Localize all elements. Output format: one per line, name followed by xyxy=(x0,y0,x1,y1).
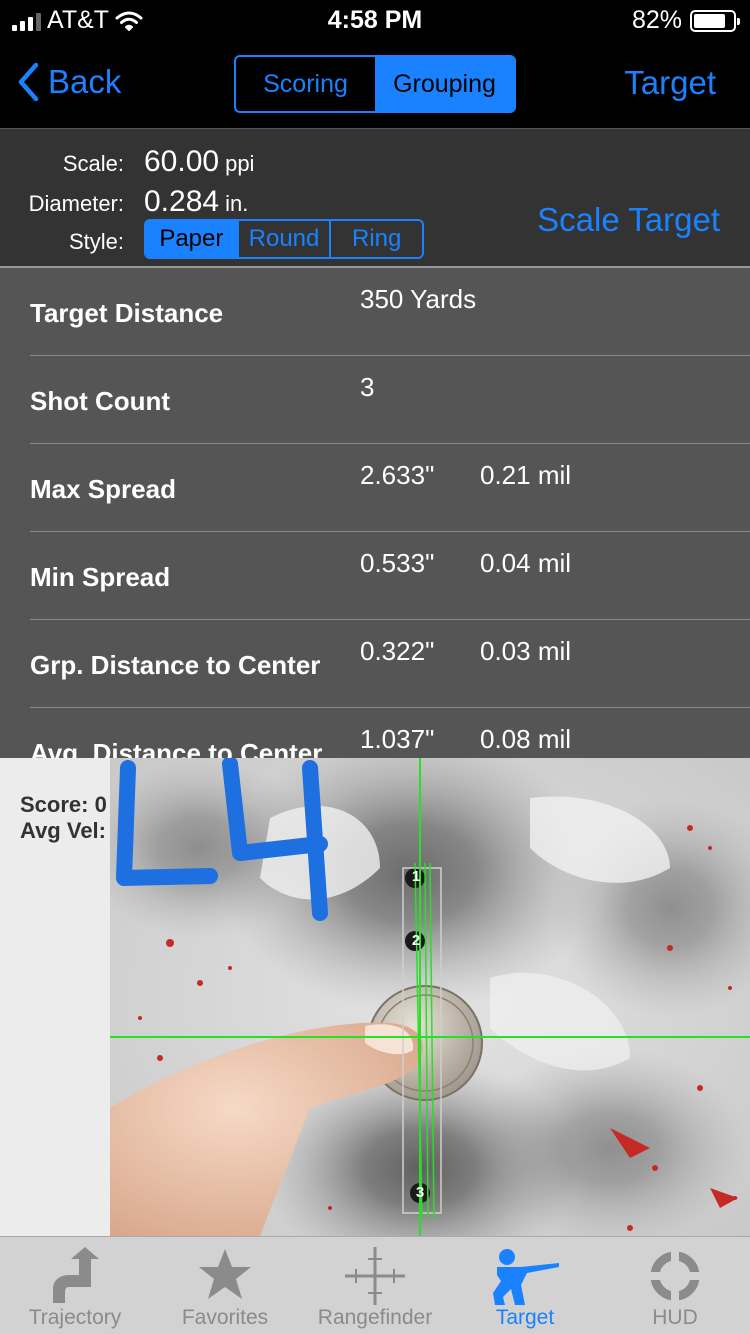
scale-panel: Scale: 60.00 ppi Diameter: 0.284 in. Sty… xyxy=(0,128,750,266)
target-photo[interactable]: 1 2 3 xyxy=(110,758,750,1236)
navigation-bar: Back Scoring Grouping Target xyxy=(0,40,750,128)
tab-bar: Trajectory Favorites Rangefinder Target xyxy=(0,1236,750,1334)
tab-target[interactable]: Target xyxy=(450,1237,600,1334)
avg-vel-label: Avg Vel: xyxy=(20,818,106,843)
stat-name: Target Distance xyxy=(30,298,224,328)
stat-value: 1.037" xyxy=(360,724,435,754)
stat-value: 350 Yards xyxy=(360,284,477,314)
diameter-value[interactable]: 0.284 xyxy=(144,185,219,219)
style-ring[interactable]: Ring xyxy=(331,221,422,257)
diameter-unit: in. xyxy=(225,191,249,216)
stat-name: Max Spread xyxy=(30,474,176,504)
mode-segmented-control: Scoring Grouping xyxy=(234,55,516,113)
battery-percent: 82% xyxy=(631,6,682,34)
style-label: Style: xyxy=(68,229,124,254)
stat-name: Grp. Distance to Center xyxy=(30,650,321,680)
tab-label: HUD xyxy=(652,1306,698,1329)
stat-value-mil: 0.03 mil xyxy=(480,636,572,666)
list-item: Avg. Distance to Center 1.037" 0.08 mil xyxy=(30,708,750,758)
stat-value: 2.633" xyxy=(360,460,435,490)
shot-marker[interactable]: 3 xyxy=(412,1184,428,1202)
tab-label: Target xyxy=(495,1306,555,1329)
tab-favorites[interactable]: Favorites xyxy=(150,1237,300,1334)
shot-marker[interactable]: 2 xyxy=(408,932,424,950)
tab-grouping[interactable]: Grouping xyxy=(375,57,514,111)
score-panel: Score: 0 Avg Vel: xyxy=(20,792,107,844)
list-item: Max Spread 2.633" 0.21 mil xyxy=(30,444,750,532)
stat-value-mil: 0.08 mil xyxy=(480,724,572,754)
diameter-row: Diameter: 0.284 in. xyxy=(0,185,249,219)
stat-name: Min Spread xyxy=(30,562,171,592)
shooter-icon xyxy=(493,1249,559,1305)
back-button[interactable]: Back xyxy=(16,62,121,102)
stat-value-mil: 0.04 mil xyxy=(480,548,572,578)
target-view: Score: 0 Avg Vel: 1 2 3 xyxy=(0,758,750,1236)
stat-value: 0.533" xyxy=(360,548,435,578)
stats-list[interactable]: Target Distance 350 Yards Shot Count 3 M… xyxy=(0,266,750,758)
list-item: Grp. Distance to Center 0.322" 0.03 mil xyxy=(30,620,750,708)
diameter-label: Diameter: xyxy=(28,191,124,216)
stat-name: Shot Count xyxy=(30,386,171,416)
stat-name: Avg. Distance to Center xyxy=(30,738,323,758)
scale-value[interactable]: 60.00 xyxy=(144,145,219,179)
stat-value: 3 xyxy=(360,372,375,402)
scale-unit: ppi xyxy=(225,151,255,176)
scale-row: Scale: 60.00 ppi xyxy=(0,145,255,179)
list-item: Min Spread 0.533" 0.04 mil xyxy=(30,532,750,620)
target-image xyxy=(110,758,750,1236)
status-bar: AT&T 4:58 PM 82% xyxy=(0,0,750,40)
star-icon xyxy=(199,1249,251,1299)
battery-icon xyxy=(690,9,740,32)
back-label: Back xyxy=(48,63,122,100)
tab-trajectory[interactable]: Trajectory xyxy=(0,1237,150,1334)
list-item: Shot Count 3 xyxy=(30,356,750,444)
list-item: Target Distance 350 Yards xyxy=(30,268,750,356)
style-round[interactable]: Round xyxy=(239,221,332,257)
score-label: Score: 0 xyxy=(20,792,107,817)
target-button[interactable]: Target xyxy=(624,64,716,102)
style-segmented-control: Paper Round Ring xyxy=(144,219,424,259)
chevron-left-icon xyxy=(18,62,39,102)
tab-scoring[interactable]: Scoring xyxy=(236,57,375,111)
scale-label: Scale: xyxy=(62,151,124,176)
stat-value: 0.322" xyxy=(360,636,435,666)
hud-icon xyxy=(648,1249,702,1303)
tab-label: Favorites xyxy=(181,1306,269,1329)
style-row: Style: xyxy=(0,229,124,255)
tab-label: Rangefinder xyxy=(317,1306,433,1329)
style-paper[interactable]: Paper xyxy=(146,221,239,257)
tab-label: Trajectory xyxy=(28,1306,122,1329)
trajectory-icon xyxy=(53,1247,99,1303)
tab-hud[interactable]: HUD xyxy=(600,1237,750,1334)
tab-rangefinder[interactable]: Rangefinder xyxy=(300,1237,450,1334)
shot-marker[interactable]: 1 xyxy=(408,868,424,886)
scale-target-button[interactable]: Scale Target xyxy=(537,201,720,239)
crosshair-icon xyxy=(345,1247,405,1305)
stat-value-mil: 0.21 mil xyxy=(480,460,572,490)
battery-status: 82% xyxy=(631,6,740,35)
